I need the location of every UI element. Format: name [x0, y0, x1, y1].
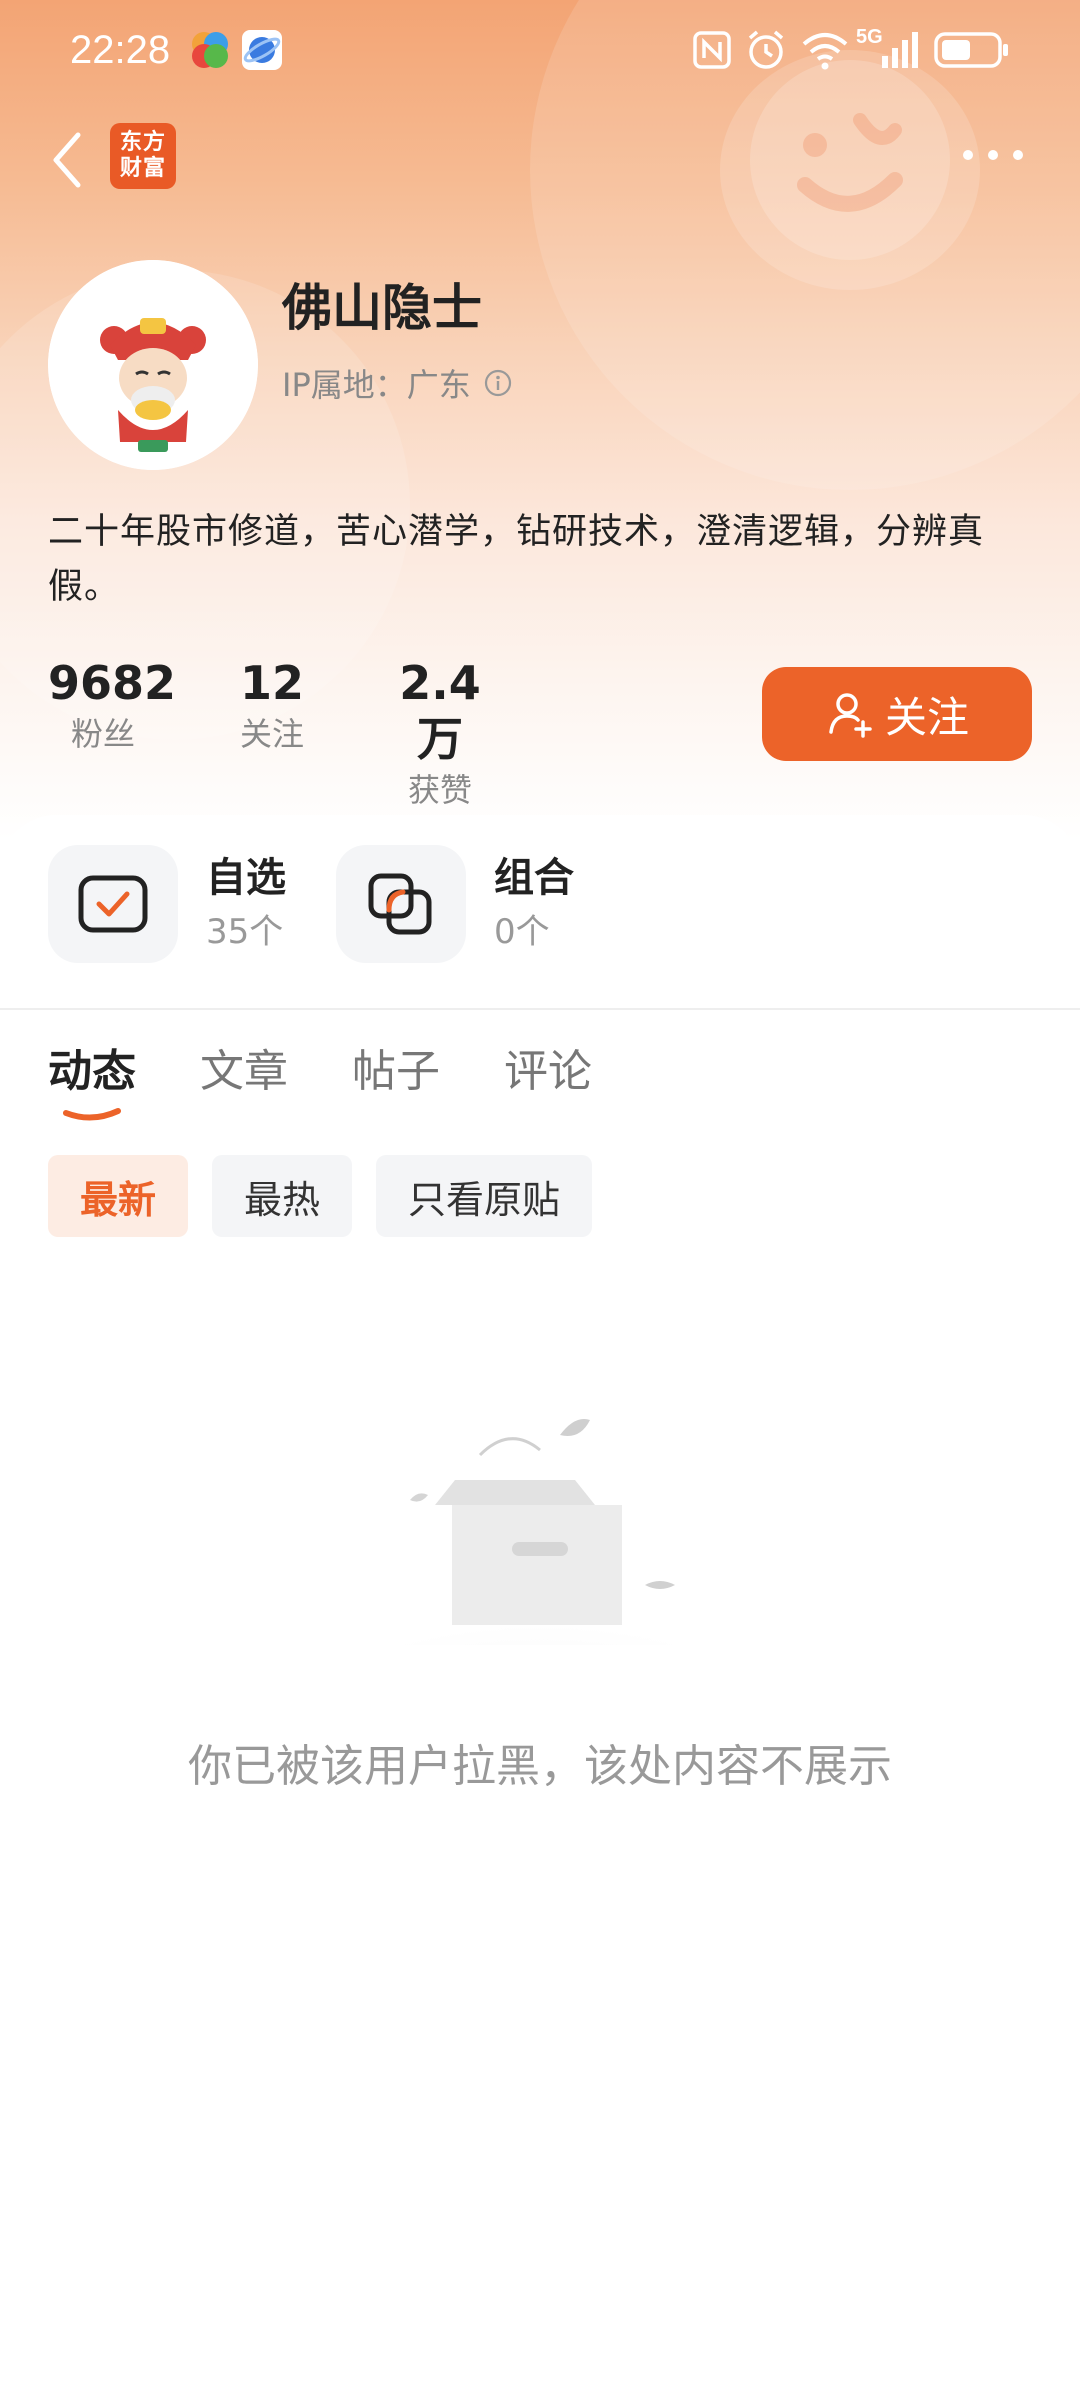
stat-value: 9682	[48, 656, 177, 710]
browser-notification-icon	[242, 30, 282, 70]
add-user-icon	[829, 693, 872, 738]
alarm-icon	[748, 30, 784, 69]
nfc-icon	[693, 31, 731, 69]
section-divider	[0, 1008, 1080, 1010]
ip-location: IP属地：广东	[282, 366, 471, 404]
tab-label: 帖子	[352, 1046, 440, 1097]
avatar[interactable]	[48, 260, 258, 470]
tab-comments[interactable]: 评论	[504, 1035, 592, 1099]
tab-activity[interactable]: 动态	[48, 1035, 136, 1121]
portfolio-count: 0个	[494, 912, 550, 952]
tab-label: 动态	[48, 1046, 136, 1097]
tab-posts[interactable]: 帖子	[352, 1035, 440, 1099]
user-bio: 二十年股市修道，苦心潜学，钻研技术，澄清逻辑，分辨真假。	[48, 512, 985, 607]
portfolio-title: 组合	[494, 855, 574, 901]
filter-hot[interactable]: 最热	[212, 1155, 353, 1237]
content-tabs: 动态 文章 帖子 评论	[48, 1035, 656, 1121]
follow-button-label: 关注	[884, 692, 969, 742]
ip-location-row: IP属地：广东	[282, 360, 513, 406]
tab-articles[interactable]: 文章	[200, 1035, 288, 1099]
back-arrow-icon[interactable]	[44, 125, 94, 195]
portfolio-icon-box	[336, 845, 466, 963]
navigation-bar: 东方 财富	[0, 115, 1080, 225]
tab-label: 评论	[504, 1046, 592, 1097]
status-bar: 22:28 5G	[0, 0, 1080, 100]
tab-label: 文章	[200, 1046, 288, 1097]
wifi-icon	[802, 33, 848, 70]
watchlist-check-icon	[78, 875, 148, 933]
stat-value: 2.4万	[399, 656, 481, 766]
watchlist-title: 自选	[206, 855, 286, 901]
active-tab-indicator	[63, 1108, 121, 1121]
filter-latest[interactable]: 最新	[48, 1155, 189, 1237]
app-notification-icon	[192, 32, 228, 68]
follow-button[interactable]: 关注	[762, 667, 1032, 761]
stat-value: 12	[239, 656, 304, 710]
logo-text-line2: 财富	[119, 156, 166, 181]
empty-box-icon	[320, 1419, 760, 1645]
more-options-icon[interactable]	[958, 145, 1028, 165]
signal-icon	[882, 32, 918, 68]
stat-label: 粉丝	[70, 715, 135, 753]
user-name: 佛山隐士	[282, 279, 482, 337]
stat-label: 关注	[239, 715, 304, 753]
content-card: 自选 35个 组合 0个 动态 文章 帖子 评论 最新 最热 只看原贴 你已被该…	[0, 815, 1080, 2400]
filter-chips: 最新 最热 只看原贴	[48, 1155, 616, 1237]
watchlist-entry[interactable]: 自选 35个	[48, 845, 286, 963]
empty-state-message: 你已被该用户拉黑，该处内容不展示	[188, 1741, 892, 1792]
portfolio-overlap-icon	[368, 873, 432, 935]
status-time: 22:28	[70, 28, 171, 72]
avatar-image	[48, 260, 258, 470]
watchlist-icon-box	[48, 845, 178, 963]
portfolio-entry[interactable]: 组合 0个	[336, 845, 574, 963]
app-logo: 东方 财富	[110, 123, 176, 189]
stat-likes[interactable]: 2.4万 获赞	[380, 655, 500, 813]
logo-text-line1: 东方	[119, 130, 166, 155]
stat-following[interactable]: 12 关注	[222, 655, 322, 757]
battery-icon	[934, 32, 1008, 68]
info-icon[interactable]	[483, 368, 513, 398]
stat-fans[interactable]: 9682 粉丝	[48, 655, 177, 757]
filter-original-only[interactable]: 只看原贴	[376, 1155, 593, 1237]
stat-label: 获赞	[407, 771, 472, 809]
watchlist-count: 35个	[206, 912, 284, 952]
